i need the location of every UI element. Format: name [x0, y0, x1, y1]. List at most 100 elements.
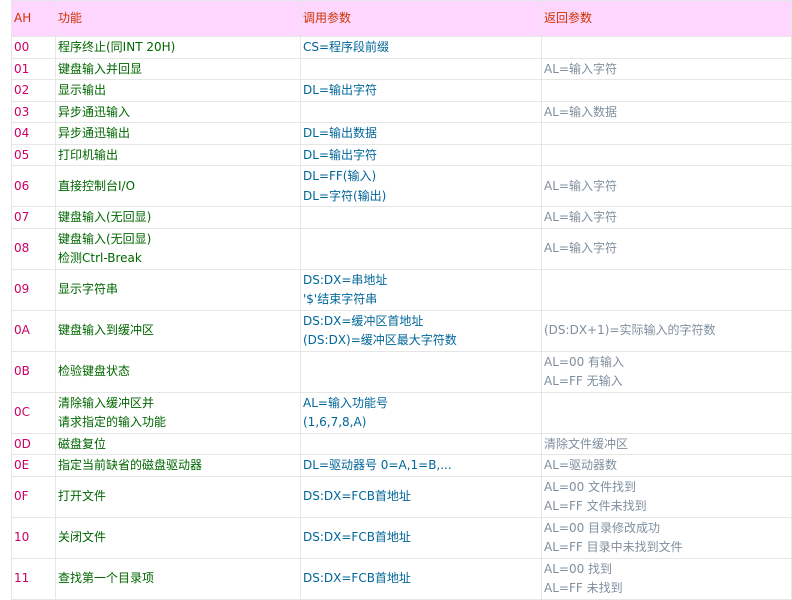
cell-function: 磁盘复位	[55, 432, 301, 455]
cell-function-line: 显示输出	[58, 83, 107, 97]
cell-return-params: AL=00 有输入 AL=FF 无输入	[541, 350, 792, 393]
cell-ah-code: 06	[11, 165, 56, 207]
cell-function-line: 请求指定的输入功能	[58, 415, 167, 429]
cell-return-params-line: AL=FF 未找到	[544, 581, 623, 595]
cell-function: 检验键盘状态	[55, 350, 301, 393]
cell-return-params-line: AL=输入字符	[544, 178, 617, 193]
cell-input-params	[300, 227, 542, 270]
cell-input-params-line: DL=驱动器号 0=A,1=B,...	[303, 458, 452, 472]
table-row: 10 关闭文件 DS:DX=FCB首地址 AL=00 目录修改成功 AL=FF 目录中未…	[11, 516, 792, 559]
table-row: 01 键盘输入并回显 AL=输入字符	[11, 57, 792, 80]
cell-return-params-line: 清除文件缓冲区	[544, 436, 629, 451]
cell-ah-code: 0D	[11, 432, 56, 455]
cell-input-params	[300, 100, 542, 123]
cell-ah-code: 00	[11, 36, 56, 59]
cell-ah-code: 0B	[11, 350, 56, 393]
cell-input-params-line: '$'结束字符串	[303, 292, 378, 306]
cell-return-params	[541, 143, 792, 166]
cell-input-params-line: DL=输出字符	[303, 147, 377, 162]
cell-function: 显示字符串	[55, 268, 301, 311]
cell-return-params-line: AL=输入字符	[544, 241, 617, 256]
cell-input-params: AL=输入功能号 (1,6,7,8,A)	[300, 391, 542, 434]
cell-ah-code: 10	[11, 516, 56, 559]
cell-function: 指定当前缺省的磁盘驱动器	[55, 454, 301, 477]
cell-ah-code: 0E	[11, 454, 56, 477]
cell-function-line: 直接控制台I/O	[58, 178, 136, 193]
cell-return-params-line: AL=FF 目录中未找到文件	[544, 540, 683, 554]
table-body: 00 程序终止(同INT 20H) CS=程序段前缀 01 键盘输入并回显 AL=输入字符…	[11, 36, 792, 600]
table-row: 0C 清除输入缓冲区并 请求指定的输入功能 AL=输入功能号 (1,6,7,8,A)	[11, 391, 792, 434]
table-row: 0F 打开文件 DS:DX=FCB首地址 AL=00 文件找到 AL=FF 文件未找到	[11, 475, 792, 518]
cell-ah-code: 02	[11, 79, 56, 102]
cell-input-params	[300, 350, 542, 393]
cell-input-params	[300, 57, 542, 80]
cell-input-params-line: DL=FF(输入)	[303, 169, 377, 183]
dos-function-table-container: AH 功能 调用参数 返回参数 00 程序终止(同INT 20H) CS=程序段前缀…	[11, 0, 792, 600]
cell-function-line: 程序终止(同INT 20H)	[58, 40, 176, 54]
cell-ah-code: 03	[11, 100, 56, 123]
cell-function: 关闭文件	[55, 516, 301, 559]
cell-return-params-line: AL=输入数据	[544, 104, 617, 119]
table-row: 0B 检验键盘状态 AL=00 有输入 AL=FF 无输入	[11, 350, 792, 393]
table-row: 08 键盘输入(无回显) 检测Ctrl-Break AL=输入字符	[11, 227, 792, 270]
cell-function: 清除输入缓冲区并 请求指定的输入功能	[55, 391, 301, 434]
table-row: 0E 指定当前缺省的磁盘驱动器 DL=驱动器号 0=A,1=B,... AL=驱动器数	[11, 454, 792, 477]
cell-input-params-line: (1,6,7,8,A)	[303, 415, 367, 429]
cell-return-params	[541, 391, 792, 434]
cell-ah-code: 08	[11, 227, 56, 270]
cell-function-line: 键盘输入(无回显)	[58, 210, 152, 224]
cell-return-params-line: (DS:DX+1)=实际输入的字符数	[544, 323, 716, 338]
cell-return-params: AL=00 目录修改成功 AL=FF 目录中未找到文件	[541, 516, 792, 559]
cell-input-params: DL=FF(输入) DL=字符(输出)	[300, 165, 542, 207]
table-row: 07 键盘输入(无回显) AL=输入字符	[11, 206, 792, 229]
cell-function: 键盘输入并回显	[55, 57, 301, 80]
cell-return-params: AL=输入字符	[541, 165, 792, 207]
cell-function-line: 显示字符串	[58, 282, 119, 297]
cell-input-params: DL=输出数据	[300, 122, 542, 145]
cell-function: 异步通迅输出	[55, 122, 301, 145]
cell-return-params	[541, 268, 792, 311]
cell-input-params: DS:DX=FCB首地址	[300, 475, 542, 518]
cell-return-params: 清除文件缓冲区	[541, 432, 792, 455]
table-row: 03 异步通迅输入 AL=输入数据	[11, 100, 792, 123]
cell-ah-code: 0F	[11, 475, 56, 518]
table-row: 05 打印机输出 DL=输出字符	[11, 143, 792, 166]
table-row: 11 查找第一个目录项 DS:DX=FCB首地址 AL=00 找到 AL=FF 未找到	[11, 557, 792, 600]
cell-function-line: 磁盘复位	[58, 436, 107, 451]
cell-input-params-line: DS:DX=串地址	[303, 272, 388, 287]
cell-ah-code: 11	[11, 557, 56, 600]
header-return-params: 返回参数	[541, 0, 792, 37]
cell-return-params	[541, 79, 792, 102]
cell-function: 打印机输出	[55, 143, 301, 166]
cell-return-params: AL=00 文件找到 AL=FF 文件未找到	[541, 475, 792, 518]
cell-ah-code: 05	[11, 143, 56, 166]
cell-function-line: 检验键盘状态	[58, 364, 131, 379]
cell-input-params-line: DL=输出数据	[303, 126, 377, 140]
cell-function-line: 异步通迅输入	[58, 104, 131, 119]
cell-input-params-line: DL=字符(输出)	[303, 188, 387, 203]
cell-return-params-line: AL=FF 无输入	[544, 374, 623, 388]
cell-input-params-line: AL=输入功能号	[303, 395, 388, 410]
cell-input-params-line: (DS:DX)=缓冲区最大字符数	[303, 333, 457, 347]
cell-function-line: 打开文件	[58, 489, 107, 504]
cell-input-params: DS:DX=串地址 '$'结束字符串	[300, 268, 542, 311]
dos-int21h-function-table: AH 功能 调用参数 返回参数 00 程序终止(同INT 20H) CS=程序段前缀…	[11, 0, 792, 600]
cell-input-params	[300, 432, 542, 455]
cell-function-line: 清除输入缓冲区并	[58, 395, 155, 410]
cell-ah-code: 0A	[11, 309, 56, 352]
cell-ah-code: 04	[11, 122, 56, 145]
cell-return-params: AL=输入数据	[541, 100, 792, 123]
table-header-row: AH 功能 调用参数 返回参数	[11, 0, 792, 37]
cell-input-params	[300, 206, 542, 229]
cell-return-params-line: AL=输入字符	[544, 210, 617, 224]
cell-input-params-line: DL=输出字符	[303, 83, 377, 97]
table-row: 06 直接控制台I/O DL=FF(输入) DL=字符(输出) AL=输入字符	[11, 165, 792, 207]
cell-return-params-line: AL=00 文件找到	[544, 479, 637, 494]
table-row: 02 显示输出 DL=输出字符	[11, 79, 792, 102]
cell-return-params: AL=驱动器数	[541, 454, 792, 477]
cell-input-params-line: DS:DX=FCB首地址	[303, 530, 411, 545]
table-row: 09 显示字符串 DS:DX=串地址 '$'结束字符串	[11, 268, 792, 311]
cell-function-line: 键盘输入(无回显)	[58, 231, 152, 246]
cell-function: 键盘输入到缓冲区	[55, 309, 301, 352]
cell-input-params-line: DS:DX=缓冲区首地址	[303, 313, 424, 328]
